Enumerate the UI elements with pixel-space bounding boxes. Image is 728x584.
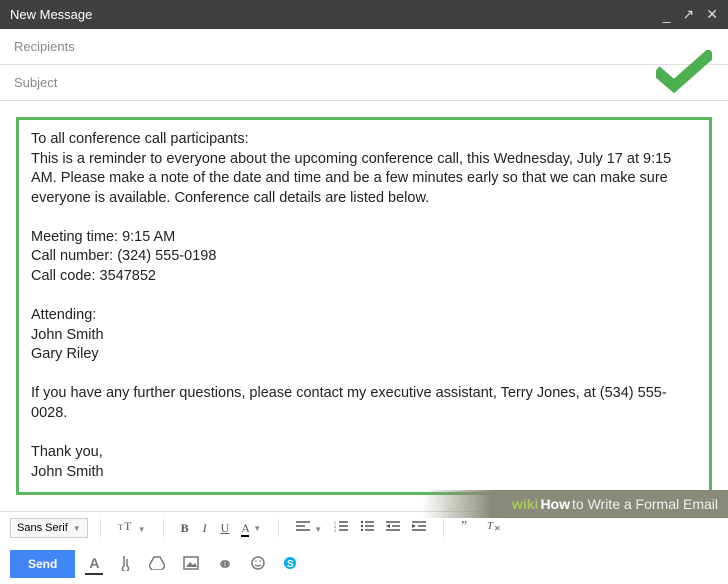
subject-row[interactable] — [0, 65, 728, 101]
titlebar: New Message _ ↗ ✕ — [0, 0, 728, 29]
recipients-input[interactable] — [14, 39, 714, 54]
subject-input[interactable] — [14, 75, 714, 90]
svg-text:3: 3 — [334, 528, 336, 532]
wikihow-caption: wikiHow to Write a Formal Email — [422, 490, 728, 518]
svg-text:T: T — [118, 523, 123, 532]
font-family-select[interactable]: Sans Serif ▼ — [10, 518, 88, 538]
chevron-down-icon: ▼ — [73, 524, 81, 533]
expand-icon[interactable]: ↗ — [683, 6, 695, 23]
remove-format-button[interactable]: T✕ — [482, 518, 506, 538]
bullet-list-button[interactable] — [355, 518, 379, 538]
minimize-icon[interactable]: _ — [663, 7, 671, 23]
italic-button[interactable]: I — [196, 519, 214, 538]
titlebar-controls: _ ↗ ✕ — [663, 6, 718, 23]
svg-text:T: T — [487, 520, 494, 532]
bottom-toolbar: Send A S — [0, 544, 728, 584]
skype-icon[interactable]: S — [279, 554, 301, 575]
separator — [100, 519, 101, 537]
bold-button[interactable]: B — [176, 519, 194, 538]
underline-button[interactable]: U — [216, 519, 235, 538]
chevron-down-icon: ▼ — [253, 524, 261, 533]
format-toggle-button[interactable]: A — [85, 553, 103, 575]
how-logo: How — [540, 496, 570, 512]
quote-button[interactable]: ” — [456, 518, 480, 538]
svg-text:S: S — [287, 559, 294, 570]
separator — [163, 519, 164, 537]
font-size-button[interactable]: TT ▼ — [113, 518, 151, 538]
send-button[interactable]: Send — [10, 550, 75, 578]
separator — [443, 519, 444, 537]
svg-text:T: T — [124, 520, 132, 532]
compose-window: New Message _ ↗ ✕ To all conference call… — [0, 0, 728, 546]
emoji-icon[interactable] — [247, 554, 269, 575]
titlebar-title: New Message — [10, 7, 92, 22]
indent-less-button[interactable] — [381, 518, 405, 538]
caption-text: to Write a Formal Email — [572, 496, 718, 512]
close-icon[interactable]: ✕ — [706, 6, 718, 23]
body-highlight-frame: To all conference call participants: Thi… — [16, 117, 712, 495]
email-body[interactable]: To all conference call participants: Thi… — [31, 130, 697, 482]
attach-icon[interactable] — [113, 553, 135, 576]
svg-text:✕: ✕ — [494, 524, 501, 532]
wiki-logo: wiki — [512, 496, 538, 512]
separator — [278, 519, 279, 537]
text-color-button[interactable]: A ▼ — [236, 519, 266, 538]
svg-text:”: ” — [461, 520, 467, 532]
photo-icon[interactable] — [179, 554, 203, 575]
checkmark-icon — [656, 50, 712, 99]
drive-icon[interactable] — [145, 554, 169, 575]
align-button[interactable]: ▼ — [291, 518, 327, 538]
chevron-down-icon: ▼ — [314, 525, 322, 534]
link-icon[interactable] — [213, 554, 237, 574]
recipients-row[interactable] — [0, 29, 728, 65]
numbered-list-button[interactable]: 123 — [329, 518, 353, 538]
chevron-down-icon: ▼ — [138, 525, 146, 534]
body-container: To all conference call participants: Thi… — [0, 101, 728, 511]
indent-more-button[interactable] — [407, 518, 431, 538]
font-family-label: Sans Serif — [17, 522, 68, 534]
